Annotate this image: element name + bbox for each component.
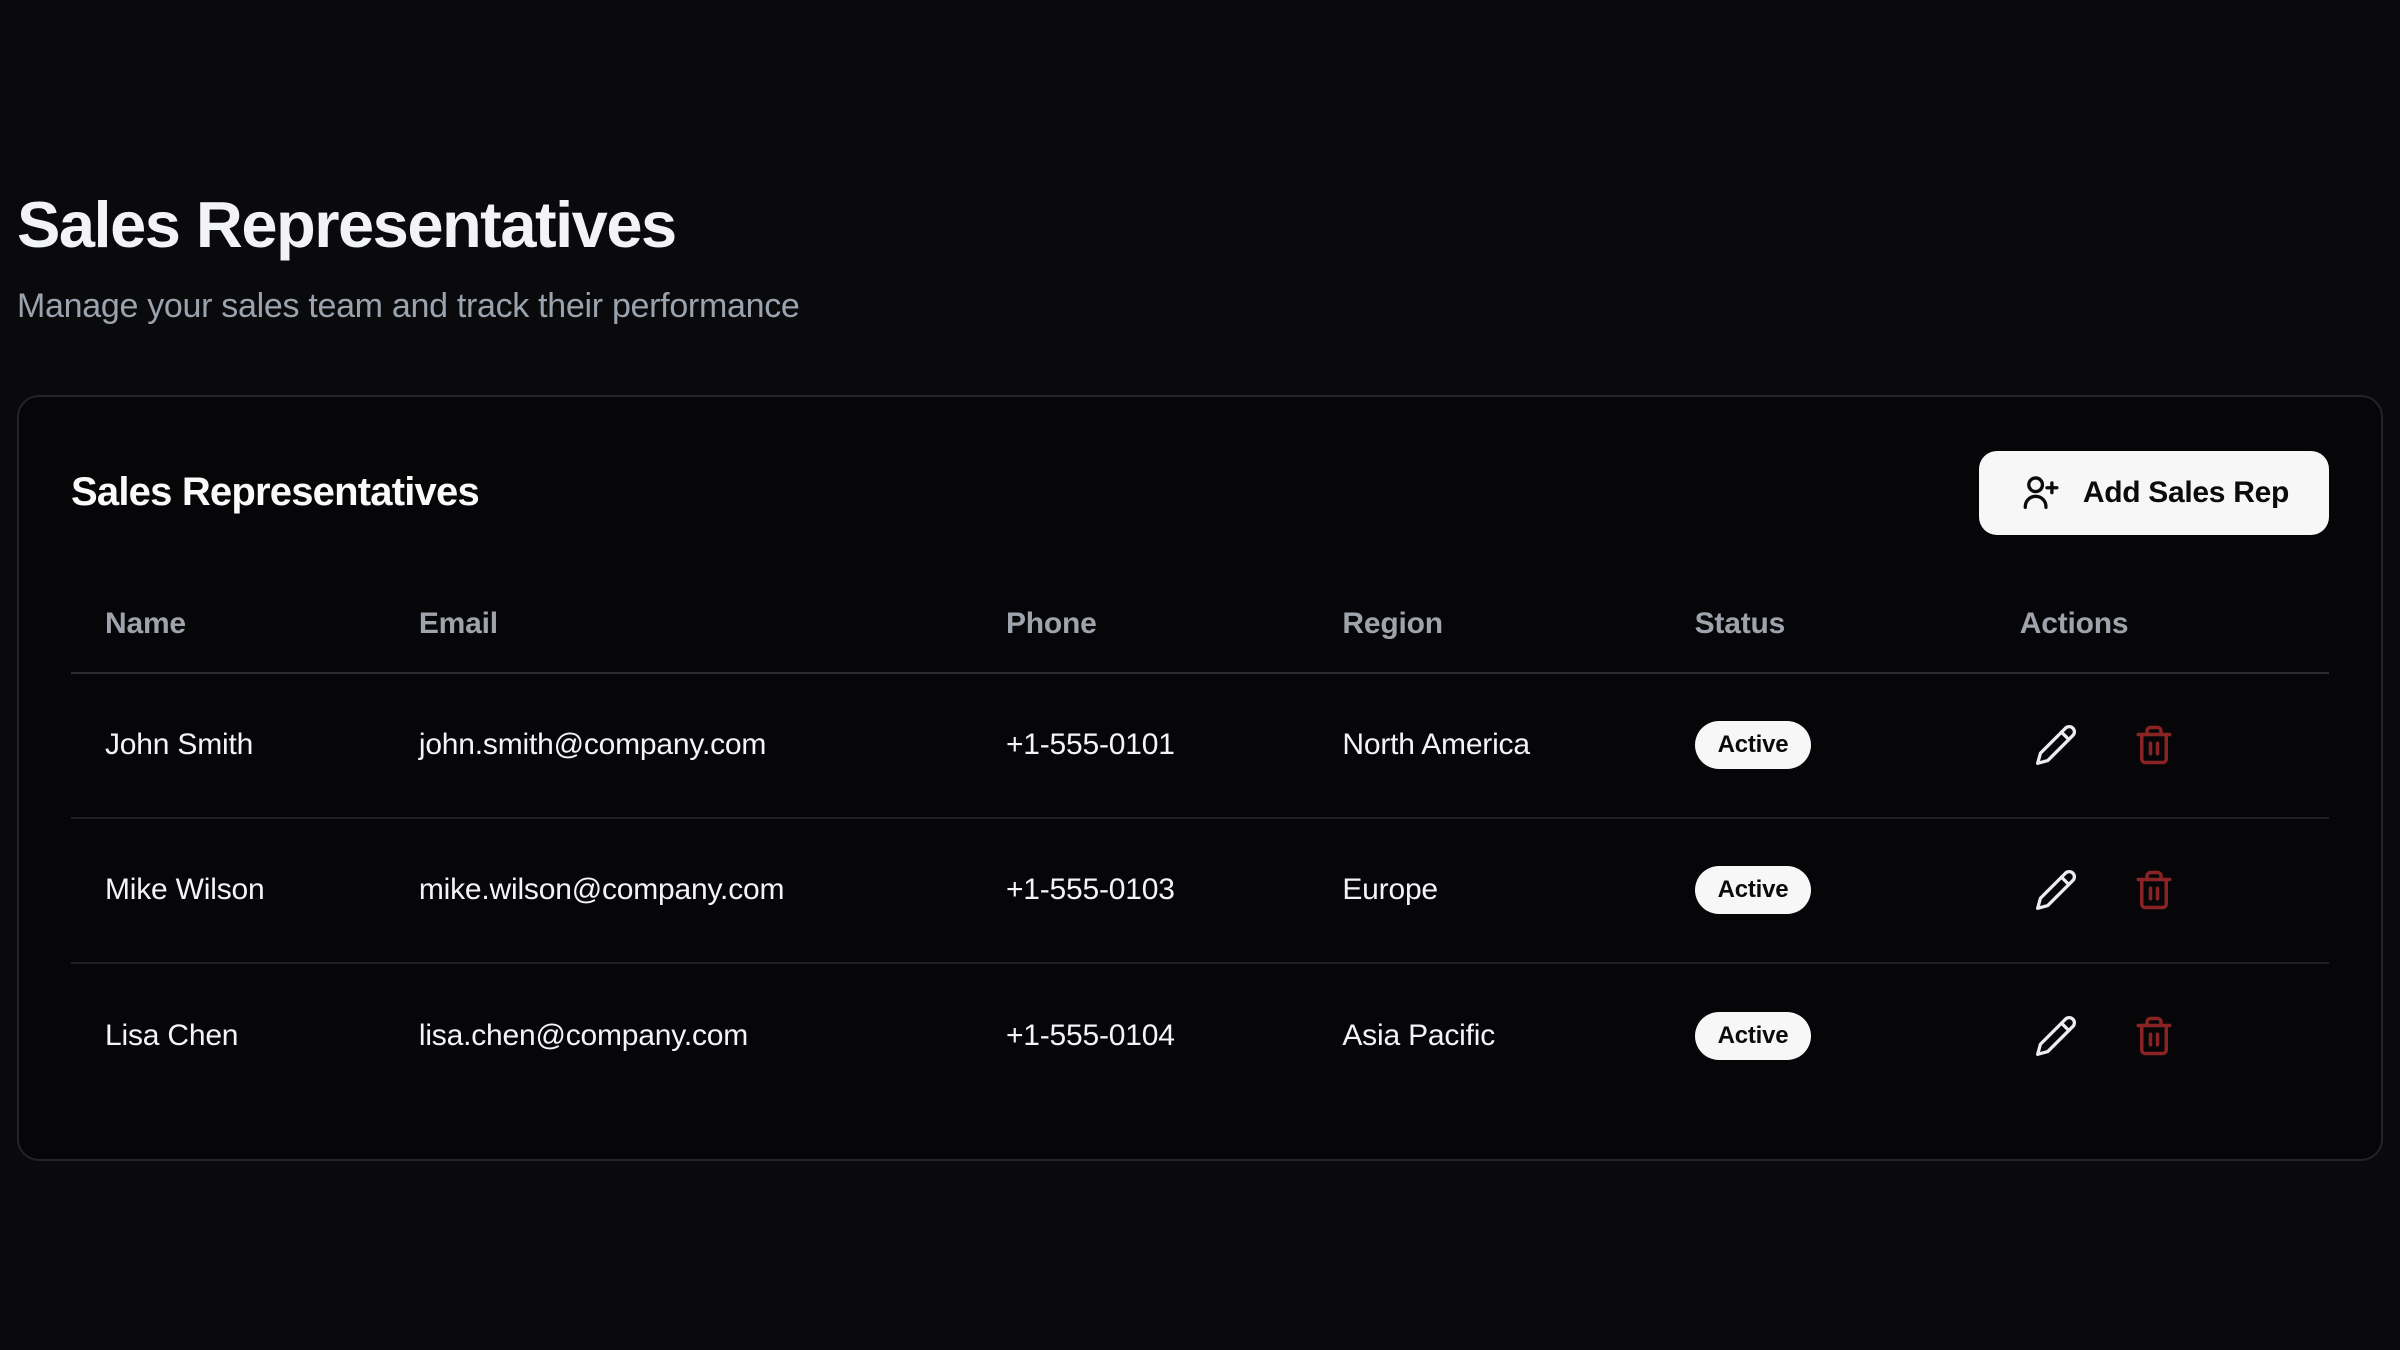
cell-name: Lisa Chen bbox=[71, 963, 385, 1108]
row-actions bbox=[2020, 1000, 2329, 1072]
cell-phone: +1-555-0104 bbox=[972, 963, 1308, 1108]
user-plus-icon bbox=[2019, 472, 2061, 514]
column-header-status: Status bbox=[1661, 577, 1986, 673]
cell-actions bbox=[1986, 673, 2329, 818]
cell-actions bbox=[1986, 963, 2329, 1108]
cell-email: lisa.chen@company.com bbox=[385, 963, 972, 1108]
delete-button[interactable] bbox=[2118, 709, 2190, 781]
sales-reps-card: Sales Representatives Add Sales Rep bbox=[17, 395, 2383, 1161]
cell-email: john.smith@company.com bbox=[385, 673, 972, 818]
cell-actions bbox=[1986, 818, 2329, 963]
cell-name: Mike Wilson bbox=[71, 818, 385, 963]
cell-phone: +1-555-0101 bbox=[972, 673, 1308, 818]
page: Sales Representatives Manage your sales … bbox=[0, 0, 2400, 1350]
table-header-row: Name Email Phone Region Status Actions bbox=[71, 577, 2329, 673]
cell-region: Asia Pacific bbox=[1308, 963, 1660, 1108]
cell-email: mike.wilson@company.com bbox=[385, 818, 972, 963]
table-row: Mike Wilson mike.wilson@company.com +1-5… bbox=[71, 818, 2329, 963]
page-title: Sales Representatives bbox=[17, 0, 2383, 264]
delete-button[interactable] bbox=[2118, 854, 2190, 926]
status-badge: Active bbox=[1695, 1012, 1812, 1060]
cell-name: John Smith bbox=[71, 673, 385, 818]
column-header-email: Email bbox=[385, 577, 972, 673]
cell-status: Active bbox=[1661, 818, 1986, 963]
page-subtitle: Manage your sales team and track their p… bbox=[17, 286, 2383, 327]
sales-reps-table: Name Email Phone Region Status Actions J… bbox=[71, 577, 2329, 1108]
trash-icon bbox=[2133, 869, 2175, 911]
pencil-icon bbox=[2034, 868, 2078, 912]
edit-button[interactable] bbox=[2020, 709, 2092, 781]
table-row: Lisa Chen lisa.chen@company.com +1-555-0… bbox=[71, 963, 2329, 1108]
column-header-name: Name bbox=[71, 577, 385, 673]
add-sales-rep-button[interactable]: Add Sales Rep bbox=[1979, 451, 2329, 535]
card-title: Sales Representatives bbox=[71, 470, 479, 515]
table-row: John Smith john.smith@company.com +1-555… bbox=[71, 673, 2329, 818]
row-actions bbox=[2020, 854, 2329, 926]
delete-button[interactable] bbox=[2118, 1000, 2190, 1072]
cell-region: Europe bbox=[1308, 818, 1660, 963]
cell-region: North America bbox=[1308, 673, 1660, 818]
add-sales-rep-label: Add Sales Rep bbox=[2083, 476, 2289, 510]
cell-status: Active bbox=[1661, 963, 1986, 1108]
trash-icon bbox=[2133, 724, 2175, 766]
edit-button[interactable] bbox=[2020, 854, 2092, 926]
cell-status: Active bbox=[1661, 673, 1986, 818]
row-actions bbox=[2020, 709, 2329, 781]
status-badge: Active bbox=[1695, 721, 1812, 769]
cell-phone: +1-555-0103 bbox=[972, 818, 1308, 963]
pencil-icon bbox=[2034, 1014, 2078, 1058]
column-header-region: Region bbox=[1308, 577, 1660, 673]
column-header-actions: Actions bbox=[1986, 577, 2329, 673]
card-header: Sales Representatives Add Sales Rep bbox=[19, 397, 2381, 577]
card-body: Name Email Phone Region Status Actions J… bbox=[19, 577, 2381, 1158]
trash-icon bbox=[2133, 1015, 2175, 1057]
edit-button[interactable] bbox=[2020, 1000, 2092, 1072]
status-badge: Active bbox=[1695, 866, 1812, 914]
pencil-icon bbox=[2034, 723, 2078, 767]
column-header-phone: Phone bbox=[972, 577, 1308, 673]
